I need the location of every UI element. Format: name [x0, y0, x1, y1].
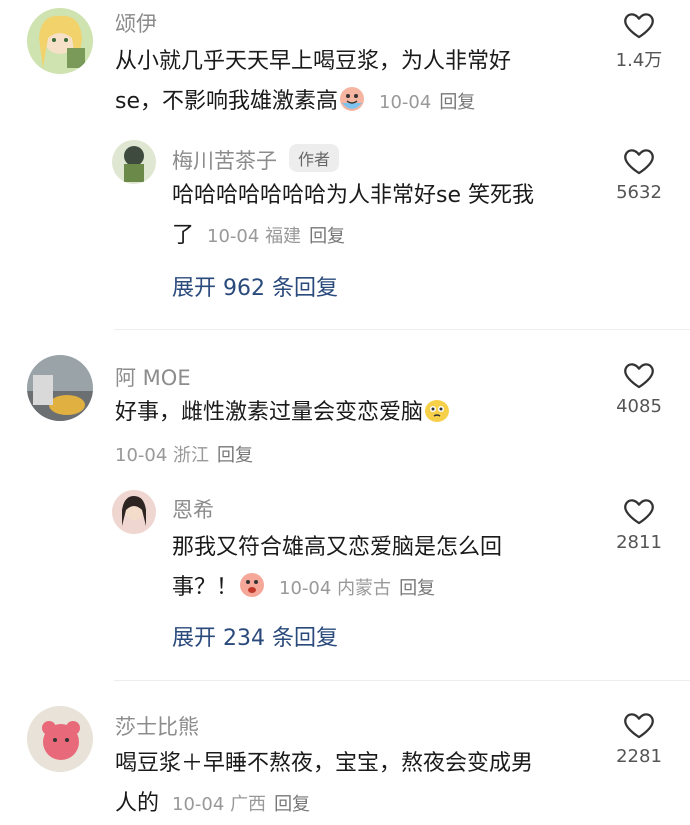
avatar[interactable] — [27, 355, 93, 421]
reply-location: 福建 — [265, 226, 302, 247]
comment-text-line: 从小就几乎天天早上喝豆浆，为人非常好 — [115, 49, 512, 74]
author-badge: 作者 — [289, 144, 340, 172]
comment-text: 喝豆浆＋早睡不熬夜，宝宝，熬夜会变成男 人的 10-04 广西 回复 — [115, 744, 595, 825]
divider — [114, 329, 690, 330]
reply-button[interactable]: 回复 — [439, 92, 475, 113]
avatar[interactable] — [27, 8, 93, 74]
heart-outline-icon[interactable] — [622, 708, 656, 742]
heart-outline-icon[interactable] — [622, 144, 656, 178]
like-count: 2811 — [616, 532, 662, 553]
comment-text-line: 好事，雌性激素过量会变恋爱脑 — [115, 400, 424, 425]
reply-date: 10-04 — [279, 578, 332, 599]
reply-button[interactable]: 回复 — [274, 794, 310, 815]
expand-replies-button[interactable]: 展开 962 条回复 — [172, 270, 338, 302]
comment-date: 10-04 — [379, 92, 432, 113]
reply-author-name[interactable]: 梅川苦茶子 — [172, 149, 277, 173]
reply-text: 那我又符合雄高又恋爱脑是怎么回 事？！ 10-04 内蒙古 回复 — [172, 528, 602, 609]
comment-date: 10-04 — [172, 794, 225, 815]
comment-text-line: 人的 — [115, 791, 160, 816]
like-count: 1.4万 — [615, 50, 663, 71]
comment-meta: 10-04 浙江 回复 — [115, 441, 253, 467]
reply-date: 10-04 — [207, 226, 260, 247]
reply-button[interactable]: 回复 — [399, 578, 435, 599]
reply-author[interactable]: 恩希 — [172, 494, 214, 524]
comment-text-line: se，不影响我雄激素高 — [115, 89, 338, 114]
reply-text-line: 那我又符合雄高又恋爱脑是怎么回 — [172, 535, 503, 560]
like-button[interactable]: 4085 — [604, 358, 674, 417]
reply-button[interactable]: 回复 — [217, 445, 253, 466]
comment-author[interactable]: 阿 MOE — [115, 362, 191, 392]
comment-location: 浙江 — [173, 445, 210, 466]
comment-author[interactable]: 莎士比熊 — [115, 711, 199, 741]
avatar[interactable] — [112, 490, 156, 534]
reply-text: 哈哈哈哈哈哈哈为人非常好se 笑死我 了 10-04 福建 回复 — [172, 176, 602, 257]
crying-laugh-emoji-icon — [338, 85, 366, 113]
reply-location: 内蒙古 — [337, 578, 392, 599]
reply-author[interactable]: 梅川苦茶子 作者 — [172, 144, 340, 175]
comment-date: 10-04 — [115, 445, 168, 466]
reply-text-line: 事？！ — [172, 575, 239, 600]
comment-text: 好事，雌性激素过量会变恋爱脑 — [115, 393, 595, 433]
like-count: 5632 — [616, 182, 662, 203]
avatar[interactable] — [112, 140, 156, 184]
avatar[interactable] — [27, 706, 93, 772]
comment-text-line: 喝豆浆＋早睡不熬夜，宝宝，熬夜会变成男 — [115, 751, 534, 776]
like-button[interactable]: 2811 — [604, 494, 674, 553]
expand-replies-button[interactable]: 展开 234 条回复 — [172, 620, 338, 652]
like-button[interactable]: 1.4万 — [604, 8, 674, 72]
like-button[interactable]: 2281 — [604, 708, 674, 767]
shocked-emoji-icon — [238, 571, 266, 599]
heart-outline-icon[interactable] — [622, 8, 656, 42]
divider — [114, 680, 690, 681]
reply-text-line: 了 — [172, 223, 195, 248]
comment-author[interactable]: 颂伊 — [115, 8, 157, 38]
comment-location: 广西 — [230, 794, 267, 815]
nervous-emoji-icon — [423, 396, 451, 424]
comment-text: 从小就几乎天天早上喝豆浆，为人非常好 se，不影响我雄激素高 10-04 回复 — [115, 42, 595, 123]
heart-outline-icon[interactable] — [622, 494, 656, 528]
reply-text-line: 哈哈哈哈哈哈哈为人非常好se 笑死我 — [172, 183, 534, 208]
heart-outline-icon[interactable] — [622, 358, 656, 392]
like-count: 2281 — [616, 746, 662, 767]
reply-button[interactable]: 回复 — [309, 226, 345, 247]
like-button[interactable]: 5632 — [604, 144, 674, 203]
like-count: 4085 — [616, 396, 662, 417]
